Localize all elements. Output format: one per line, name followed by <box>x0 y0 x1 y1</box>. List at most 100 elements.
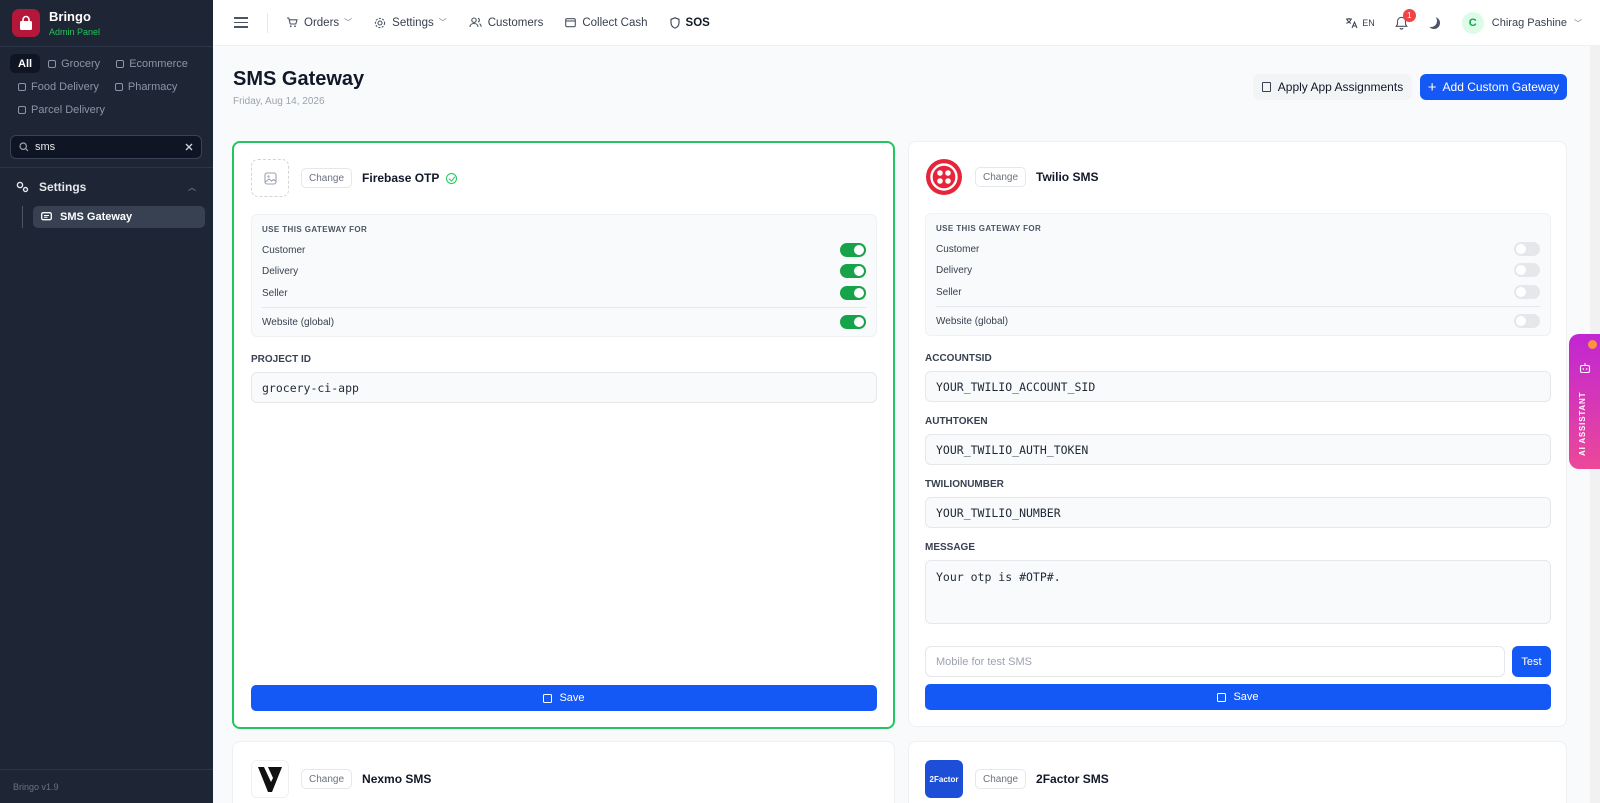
filter-pharmacy[interactable]: Pharmacy <box>107 77 186 96</box>
cart-icon <box>287 17 298 28</box>
change-logo-button[interactable]: Change <box>301 168 353 188</box>
toggle-seller[interactable] <box>1514 285 1540 299</box>
usage-row-seller: Seller <box>936 284 1540 300</box>
toggle-customer[interactable] <box>840 243 866 257</box>
toggle-seller[interactable] <box>840 286 866 300</box>
logo-placeholder[interactable] <box>251 159 289 197</box>
logo-text: 2Factor <box>929 774 959 784</box>
sidebar-item-label: SMS Gateway <box>60 211 133 223</box>
change-logo-button[interactable]: Change <box>301 769 353 789</box>
card-header: Change Nexmo SMS <box>251 760 431 798</box>
brand-logo-icon <box>12 9 40 37</box>
ai-assistant-tab[interactable]: AI ASSISTANT <box>1569 334 1600 469</box>
toggle-website[interactable] <box>1514 314 1540 328</box>
message-textarea[interactable]: Your otp is #OTP#. <box>925 560 1551 624</box>
usage-label: Seller <box>262 287 288 299</box>
language-switcher[interactable]: EN <box>1345 17 1375 29</box>
apply-app-assignments-button[interactable]: Apply App Assignments <box>1253 74 1412 100</box>
save-button[interactable]: Save <box>251 685 877 711</box>
test-sms-button[interactable]: Test <box>1512 646 1551 677</box>
menu-icon[interactable] <box>234 17 248 28</box>
sidebar-item-sms-gateway[interactable]: SMS Gateway <box>33 206 205 228</box>
filter-ecommerce[interactable]: Ecommerce <box>108 54 196 73</box>
save-button[interactable]: Save <box>925 684 1551 710</box>
nav-orders[interactable]: Orders ﹀ <box>286 17 352 29</box>
sms-icon <box>41 212 52 221</box>
gateway-card-firebase: Change Firebase OTP USE THIS GATEWAY FOR… <box>232 141 895 729</box>
toggle-website[interactable] <box>840 315 866 329</box>
chevron-up-icon[interactable]: ︿ <box>188 182 196 193</box>
authtoken-input[interactable]: YOUR_TWILIO_AUTH_TOKEN <box>925 434 1551 465</box>
twilionumber-input[interactable]: YOUR_TWILIO_NUMBER <box>925 497 1551 528</box>
avatar[interactable]: C <box>1461 12 1484 34</box>
topbar-right: EN 1 C Chirag Pashine ﹀ <box>1345 0 1582 46</box>
usage-title: USE THIS GATEWAY FOR <box>936 224 1042 233</box>
gateway-card-twilio: Change Twilio SMS USE THIS GATEWAY FOR C… <box>908 141 1567 727</box>
nav-label: Orders <box>304 16 340 29</box>
filter-label: Pharmacy <box>127 80 178 93</box>
usage-label: Customer <box>262 244 306 256</box>
nav-customers[interactable]: Customers <box>469 17 543 29</box>
ecommerce-icon <box>116 59 125 68</box>
usage-row-delivery: Delivery <box>936 262 1540 278</box>
grocery-icon <box>48 59 57 68</box>
chevron-down-icon[interactable]: ﹀ <box>1574 18 1582 29</box>
module-filters: All Grocery Ecommerce Food Delivery Phar… <box>0 47 213 123</box>
gateway-card-nexmo: Change Nexmo SMS <box>232 741 895 803</box>
shield-icon <box>669 16 680 29</box>
page-date: Friday, Aug 14, 2026 <box>233 96 325 107</box>
accountsid-input[interactable]: YOUR_TWILIO_ACCOUNT_SID <box>925 371 1551 402</box>
filter-grocery[interactable]: Grocery <box>40 54 108 73</box>
usage-label: Delivery <box>262 265 299 277</box>
notifications-button[interactable]: 1 <box>1394 9 1416 30</box>
food-delivery-icon <box>18 82 26 91</box>
message-label: MESSAGE <box>925 542 976 553</box>
brand[interactable]: Bringo Admin Panel <box>0 0 213 47</box>
clear-search-icon[interactable] <box>185 143 193 151</box>
brand-name: Bringo <box>49 9 91 24</box>
filter-label: Ecommerce <box>129 57 188 70</box>
project-id-input[interactable]: grocery-ci-app <box>251 372 877 403</box>
toggle-delivery[interactable] <box>1514 263 1540 277</box>
plus-icon: + <box>1427 78 1437 96</box>
filter-parcel-delivery[interactable]: Parcel Delivery <box>10 100 113 119</box>
gateway-card-2factor: 2Factor Change 2Factor SMS <box>908 741 1567 803</box>
topbar: Orders ﹀ Settings ﹀ Customers Collect Cash… <box>213 0 1600 46</box>
gears-icon <box>16 181 29 193</box>
change-logo-button[interactable]: Change <box>975 769 1027 789</box>
toggle-customer[interactable] <box>1514 242 1540 256</box>
usage-label: Website (global) <box>936 315 1009 327</box>
change-logo-button[interactable]: Change <box>975 167 1027 187</box>
user-name[interactable]: Chirag Pashine <box>1492 17 1567 29</box>
nav-collect-cash[interactable]: Collect Cash <box>565 17 648 29</box>
nav-sos[interactable]: SOS <box>669 16 710 29</box>
usage-label: Delivery <box>936 264 973 276</box>
notification-badge: 1 <box>1402 9 1416 22</box>
sidebar-group-settings[interactable]: Settings ︿ <box>16 180 196 194</box>
usage-row-customer: Customer <box>936 241 1540 257</box>
button-label: Add Custom Gateway <box>1442 80 1560 94</box>
search-icon <box>19 142 29 152</box>
nav-settings[interactable]: Settings ﹀ <box>374 17 447 29</box>
usage-row-website: Website (global) <box>262 314 866 330</box>
filter-all[interactable]: All <box>10 54 41 73</box>
translate-icon <box>1346 18 1358 29</box>
usage-label: Customer <box>936 243 980 255</box>
ai-assistant-label: AI ASSISTANT <box>1578 391 1587 456</box>
test-mobile-input[interactable]: Mobile for test SMS <box>925 646 1505 677</box>
project-id-label: PROJECT ID <box>251 354 312 365</box>
nexmo-logo-icon[interactable] <box>251 760 289 798</box>
twofactor-logo-icon[interactable]: 2Factor <box>925 760 963 798</box>
filter-food-delivery[interactable]: Food Delivery <box>10 77 107 96</box>
add-custom-gateway-button[interactable]: + Add Custom Gateway <box>1420 74 1567 100</box>
toggle-delivery[interactable] <box>840 264 866 278</box>
robot-icon <box>1579 363 1591 374</box>
twilio-logo-icon[interactable] <box>925 158 963 196</box>
sidebar: Bringo Admin Panel All Grocery Ecommerce… <box>0 0 213 803</box>
filter-label: Parcel Delivery <box>31 103 105 116</box>
sidebar-search[interactable] <box>10 135 202 159</box>
sidebar-search-input[interactable] <box>35 141 185 153</box>
gateway-name: Twilio SMS <box>1036 170 1099 184</box>
moon-icon[interactable] <box>1428 17 1440 29</box>
gateway-name: Firebase OTP <box>362 171 440 185</box>
